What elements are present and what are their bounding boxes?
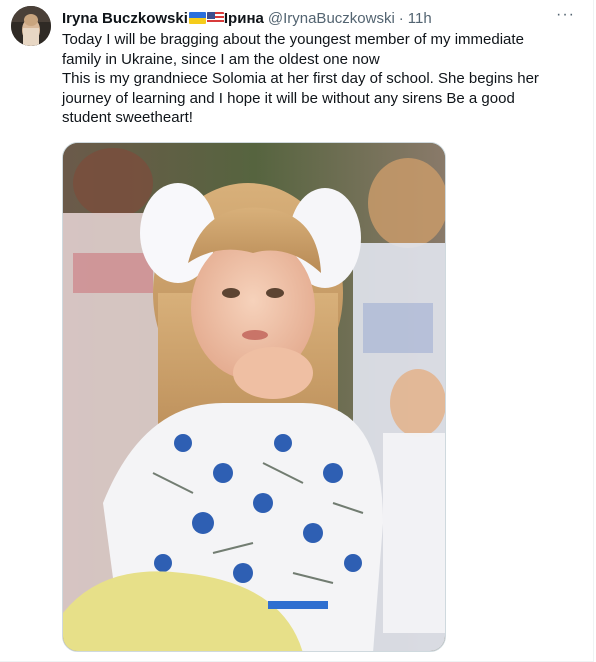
tweet-text-line: journey of learning and I hope it will b… <box>62 89 515 107</box>
separator-dot: · <box>398 9 404 27</box>
tweet-text-line: This is my grandniece Solomia at her fir… <box>62 70 539 87</box>
photo-image <box>63 143 445 651</box>
ukraine-flag-icon <box>188 12 206 24</box>
author-name-suffix[interactable]: Ірина <box>224 10 264 27</box>
usa-flag-icon <box>206 12 224 24</box>
more-options-icon[interactable]: ··· <box>556 6 575 24</box>
tweet-text-line: family in Ukraine, since I am the oldest… <box>62 50 380 68</box>
tweet[interactable]: Iryna Buczkowski Ірина @IrynaBuczkowski … <box>0 0 594 662</box>
tweet-header: Iryna Buczkowski Ірина @IrynaBuczkowski … <box>62 8 432 28</box>
tweet-text-line: student sweetheart! <box>62 109 193 126</box>
author-name[interactable]: Iryna Buczkowski <box>62 10 188 27</box>
user-avatar-icon <box>11 6 51 46</box>
tweet-photo[interactable] <box>62 142 446 652</box>
author-handle[interactable]: @IrynaBuczkowski <box>268 10 395 27</box>
tweet-text: Today I will be bragging about the young… <box>62 30 572 128</box>
author-avatar[interactable] <box>11 6 51 46</box>
tweet-text-line: Today I will be bragging about the young… <box>62 31 524 48</box>
tweet-timestamp[interactable]: 11h <box>408 10 432 27</box>
